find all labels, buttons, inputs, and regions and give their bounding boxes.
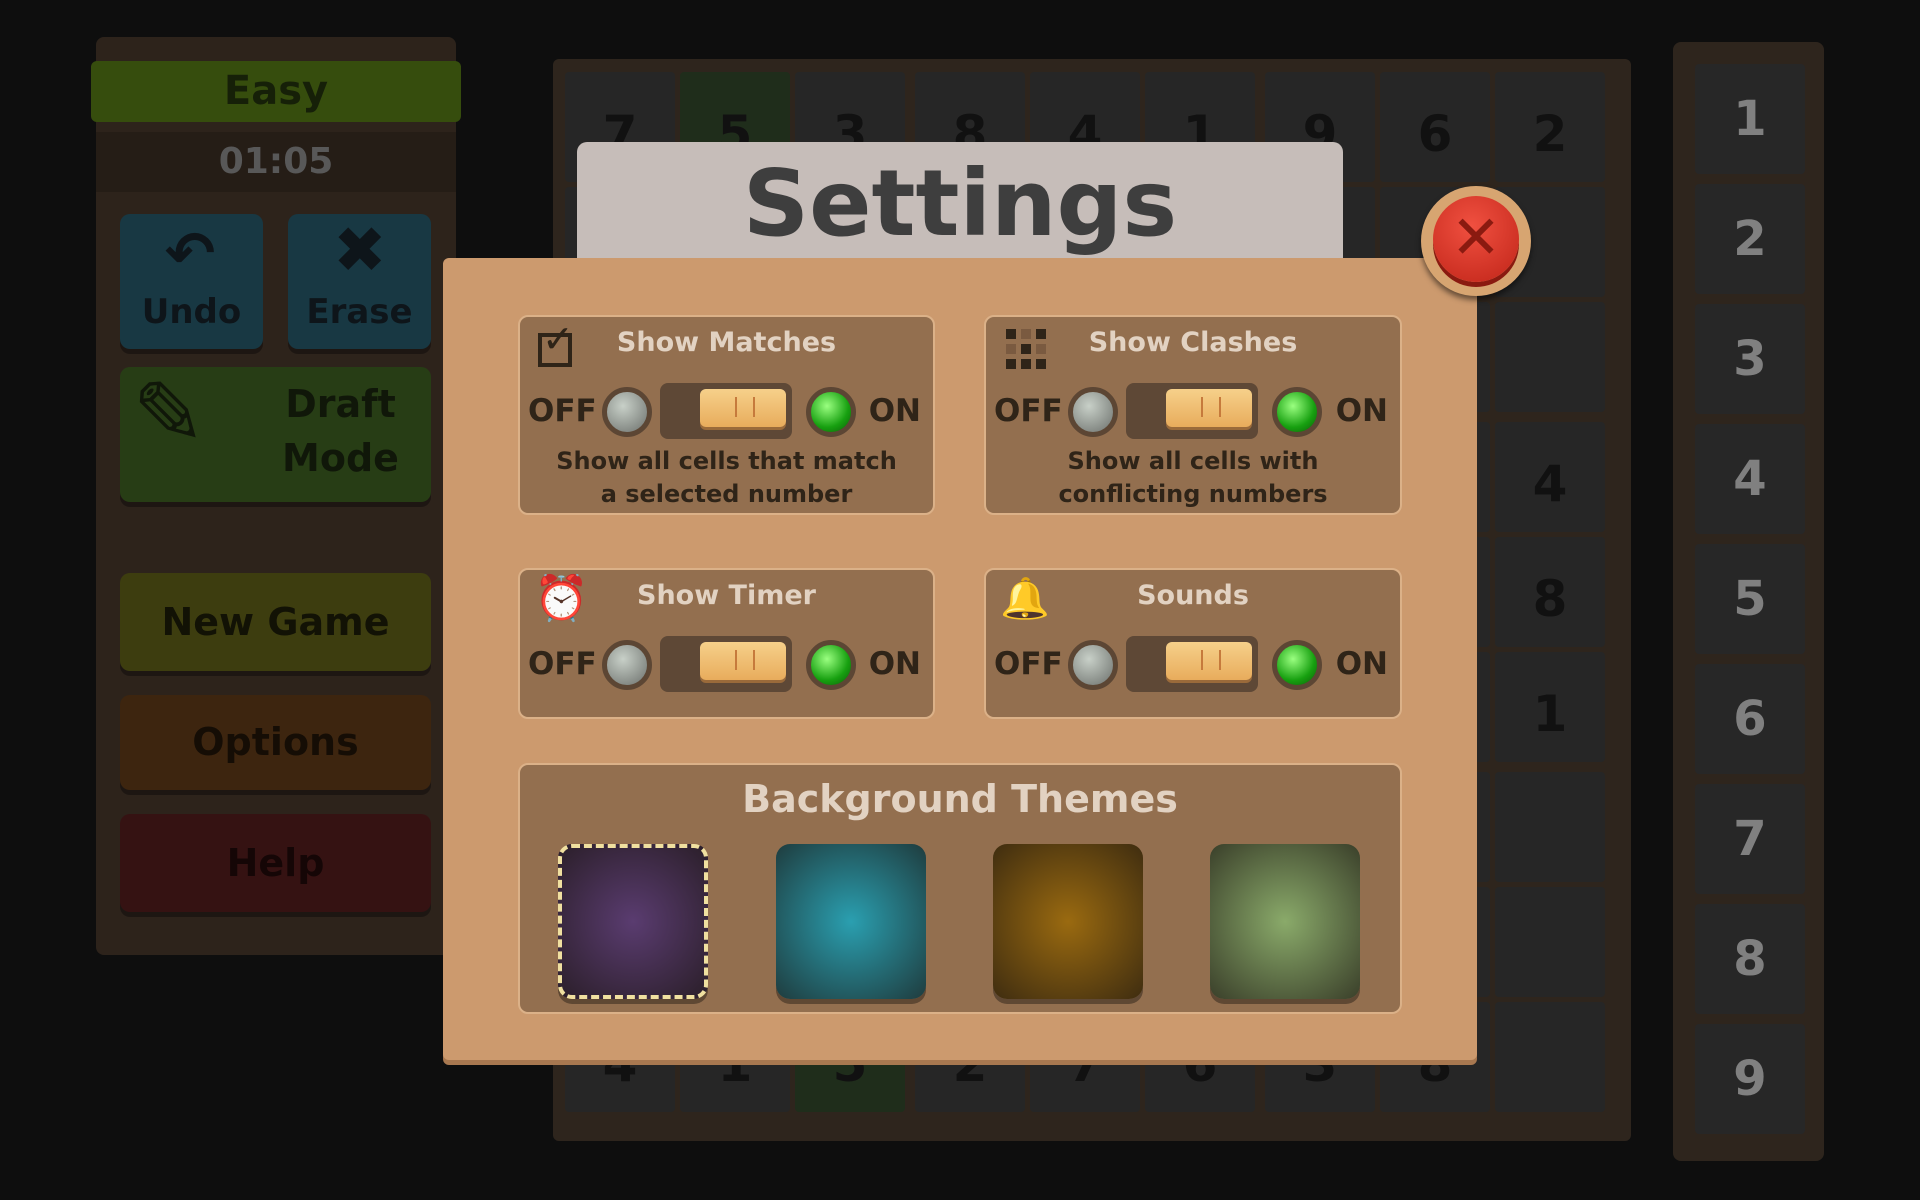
help-button[interactable]: Help	[120, 814, 431, 912]
number-button-8[interactable]: 8	[1695, 904, 1805, 1014]
off-label: OFF	[994, 646, 1063, 682]
toggle-switch[interactable]	[1126, 636, 1258, 692]
theme-purple[interactable]	[558, 844, 708, 999]
toggle-switch[interactable]	[660, 383, 792, 439]
setting-description: Show all cells that match a selected numb…	[556, 447, 897, 508]
grid-cell[interactable]	[1495, 1002, 1605, 1112]
off-label: OFF	[528, 393, 597, 429]
on-label: ON	[1335, 646, 1388, 682]
number-button-2[interactable]: 2	[1695, 184, 1805, 294]
grid-cell[interactable]: 8	[1495, 537, 1605, 647]
themes-title: Background Themes	[742, 777, 1178, 821]
number-button-6[interactable]: 6	[1695, 664, 1805, 774]
sidebar: Easy 01:05 ↶ Undo ✖ Erase ✎ Draft Mode New …	[91, 37, 461, 955]
close-icon: ✕	[1433, 196, 1519, 282]
number-button-9[interactable]: 9	[1695, 1024, 1805, 1134]
setting-card-show-clashes: Show Clashes OFF ON Show all cells with c…	[984, 315, 1402, 515]
toggle-switch[interactable]	[1126, 383, 1258, 439]
close-button[interactable]: ✕	[1421, 186, 1531, 296]
off-indicator	[1068, 387, 1118, 437]
off-indicator	[1068, 640, 1118, 690]
number-pad: 123456789	[1673, 42, 1824, 1161]
on-label: ON	[868, 393, 921, 429]
on-indicator	[806, 640, 856, 690]
grid-cell[interactable]: 1	[1495, 652, 1605, 762]
erase-button[interactable]: ✖ Erase	[288, 214, 431, 349]
settings-title: Settings	[577, 142, 1343, 272]
on-label: ON	[868, 646, 921, 682]
difficulty-label: Easy	[91, 61, 461, 122]
number-button-5[interactable]: 5	[1695, 544, 1805, 654]
off-indicator	[602, 387, 652, 437]
grid-cell[interactable]: 4	[1495, 422, 1605, 532]
pencil-icon: ✎	[132, 362, 206, 465]
grid-cell[interactable]	[1495, 302, 1605, 412]
undo-icon: ↶	[165, 219, 216, 289]
theme-amber[interactable]	[993, 844, 1143, 999]
background-themes-panel: Background Themes	[518, 763, 1402, 1014]
number-button-1[interactable]: 1	[1695, 64, 1805, 174]
grid-cell[interactable]	[1495, 887, 1605, 997]
number-button-7[interactable]: 7	[1695, 784, 1805, 894]
setting-title: Sounds	[1137, 580, 1249, 611]
setting-title: Show Clashes	[1088, 327, 1298, 358]
on-indicator	[806, 387, 856, 437]
options-button[interactable]: Options	[120, 695, 431, 790]
theme-green[interactable]	[1210, 844, 1360, 999]
on-indicator	[1272, 640, 1322, 690]
new-game-button[interactable]: New Game	[120, 573, 431, 671]
toggle-knob[interactable]	[1166, 389, 1252, 427]
toggle-switch[interactable]	[660, 636, 792, 692]
off-label: OFF	[994, 393, 1063, 429]
on-label: ON	[1335, 393, 1388, 429]
toggle-knob[interactable]	[700, 389, 786, 427]
toggle-knob[interactable]	[700, 642, 786, 680]
setting-description: Show all cells with conflicting numbers	[1058, 447, 1328, 508]
grid-cell[interactable]	[1495, 772, 1605, 882]
setting-card-show-timer: ⏰ Show Timer OFF ON	[518, 568, 935, 719]
number-button-4[interactable]: 4	[1695, 424, 1805, 534]
setting-title: Show Timer	[637, 580, 816, 611]
theme-teal[interactable]	[776, 844, 926, 999]
off-indicator	[602, 640, 652, 690]
number-button-3[interactable]: 3	[1695, 304, 1805, 414]
on-indicator	[1272, 387, 1322, 437]
off-label: OFF	[528, 646, 597, 682]
setting-card-show-matches: ✓ Show Matches OFF ON Show all cells tha…	[518, 315, 935, 515]
setting-title: Show Matches	[616, 327, 837, 358]
undo-button[interactable]: ↶ Undo	[120, 214, 263, 349]
setting-card-sounds: 🔔 Sounds OFF ON	[984, 568, 1402, 719]
erase-x-icon: ✖	[333, 214, 387, 288]
draft-mode-button[interactable]: ✎ Draft Mode	[120, 367, 431, 502]
toggle-knob[interactable]	[1166, 642, 1252, 680]
timer: 01:05	[96, 132, 456, 192]
grid-cell[interactable]: 2	[1495, 72, 1605, 182]
settings-dialog: ✓ Show Matches OFF ON Show all cells tha…	[443, 258, 1477, 1060]
grid-cell[interactable]: 6	[1380, 72, 1490, 182]
